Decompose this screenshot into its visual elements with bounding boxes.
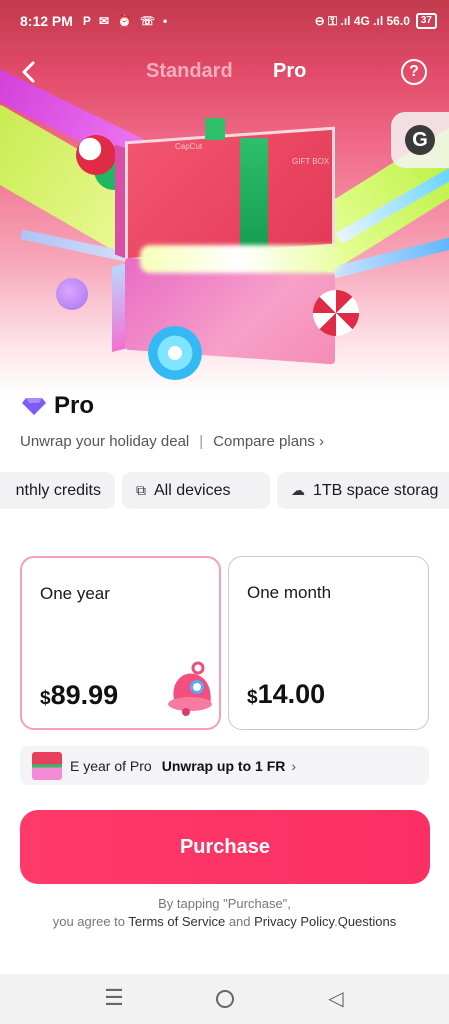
gift-lid-label: GIFT BOX xyxy=(292,157,330,166)
legal-line1: By tapping "Purchase", xyxy=(158,896,291,911)
diamond-icon xyxy=(22,398,46,415)
plan-price: $89.99 xyxy=(40,680,118,711)
notification-icons: P ✉ ⏰ ☏ • xyxy=(83,14,167,28)
feature-chips: nthly credits ⧉ All devices ☁ 1TB space … xyxy=(0,472,449,510)
legal-prefix: you agree to xyxy=(52,914,129,929)
legal-and: and xyxy=(225,914,255,929)
plan-price: $14.00 xyxy=(247,679,325,710)
currency-symbol: $ xyxy=(40,688,51,709)
promo-highlight: Unwrap up to 1 FR xyxy=(161,757,286,774)
status-time: 8:12 PM xyxy=(20,13,73,29)
devices-icon: ⧉ xyxy=(136,482,146,498)
help-icon[interactable]: ? xyxy=(401,59,427,85)
compare-plans-link[interactable]: Compare plans › xyxy=(213,433,324,450)
feature-label: All devices xyxy=(154,481,231,499)
battery-icon: 37 xyxy=(415,13,437,29)
feature-chip-devices[interactable]: ⧉ All devices xyxy=(122,472,270,509)
feature-label: 1TB space storag xyxy=(313,481,439,499)
plan-name: One month xyxy=(247,583,332,602)
feature-chip-credits[interactable]: nthly credits xyxy=(0,472,115,509)
system-nav-bar: ☰ ◁ xyxy=(0,974,449,1024)
grammarly-icon: G xyxy=(405,125,435,155)
tab-standard[interactable]: Standard xyxy=(146,60,233,83)
alarm-icon: ⏰ xyxy=(117,14,132,28)
whatsapp-icon: ☏ xyxy=(139,14,155,28)
questions-link[interactable]: Questions xyxy=(338,914,397,929)
status-right: ⊖ ⚿ .ıl 4G .ıl 56.0 37 xyxy=(315,13,437,29)
red-white-ornament xyxy=(313,290,359,336)
plan-title: Pro xyxy=(54,392,95,419)
back-arrow-icon[interactable] xyxy=(16,58,44,86)
tagline: Unwrap your holiday deal xyxy=(20,433,190,450)
tagline-row: Unwrap your holiday deal | Compare plans… xyxy=(20,433,324,450)
chevron-right-icon: › xyxy=(291,757,297,774)
cloud-icon: ☁ xyxy=(291,482,305,498)
currency-symbol: $ xyxy=(247,687,258,708)
top-nav: Standard Pro ? xyxy=(0,50,449,96)
feature-chip-storage[interactable]: ☁ 1TB space storag xyxy=(277,472,449,509)
price-amount: 14.00 xyxy=(257,679,326,709)
legal-line2: you agree to Terms of Service and Privac… xyxy=(0,913,449,931)
plan-card-one-year[interactable]: One year $89.99 xyxy=(20,556,221,730)
terms-of-service-link[interactable]: Terms of Service xyxy=(128,914,225,929)
promo-banner[interactable]: E year of Pro Unwrap up to 1 FR › xyxy=(20,746,429,785)
separator: | xyxy=(199,433,204,450)
signal-icons: ⊖ ⚿ .ıl 4G .ıl 56.0 xyxy=(314,13,410,28)
gift-ribbon-knot xyxy=(205,118,225,140)
message-icon: ✉ xyxy=(98,14,109,28)
promo-text: E year of Pro xyxy=(70,757,152,774)
legal-notice: By tapping "Purchase", you agree to Term… xyxy=(0,895,449,931)
purchase-button[interactable]: Purchase xyxy=(20,810,430,884)
p-icon: P xyxy=(82,14,91,28)
bell-icon xyxy=(168,661,212,716)
plan-name: One year xyxy=(40,584,110,603)
gift-icon xyxy=(32,751,62,780)
gift-ribbon xyxy=(240,138,268,253)
status-bar: 8:12 PM P ✉ ⏰ ☏ • ⊖ ⚿ .ıl 4G .ıl 56.0 37 xyxy=(0,0,449,42)
tab-pro[interactable]: Pro xyxy=(273,60,306,83)
plan-card-one-month[interactable]: One month $14.00 xyxy=(228,556,429,730)
floating-assistant-button[interactable]: G xyxy=(391,112,449,168)
blue-orb xyxy=(148,326,202,380)
gift-lid-brand: CapCut xyxy=(175,142,203,151)
feature-label: nthly credits xyxy=(15,481,101,499)
red-ornament xyxy=(76,135,116,175)
system-back-icon[interactable]: ◁ xyxy=(323,986,349,1012)
price-amount: 89.99 xyxy=(50,680,119,710)
plan-heading: Pro xyxy=(22,392,94,420)
privacy-policy-link[interactable]: Privacy Policy xyxy=(254,914,334,929)
gift-glow xyxy=(140,245,340,273)
home-icon[interactable] xyxy=(212,986,238,1012)
purple-orb xyxy=(56,278,88,310)
recent-apps-icon[interactable]: ☰ xyxy=(101,986,127,1012)
dot-icon: • xyxy=(162,14,168,28)
gift-box-lid xyxy=(125,126,335,262)
